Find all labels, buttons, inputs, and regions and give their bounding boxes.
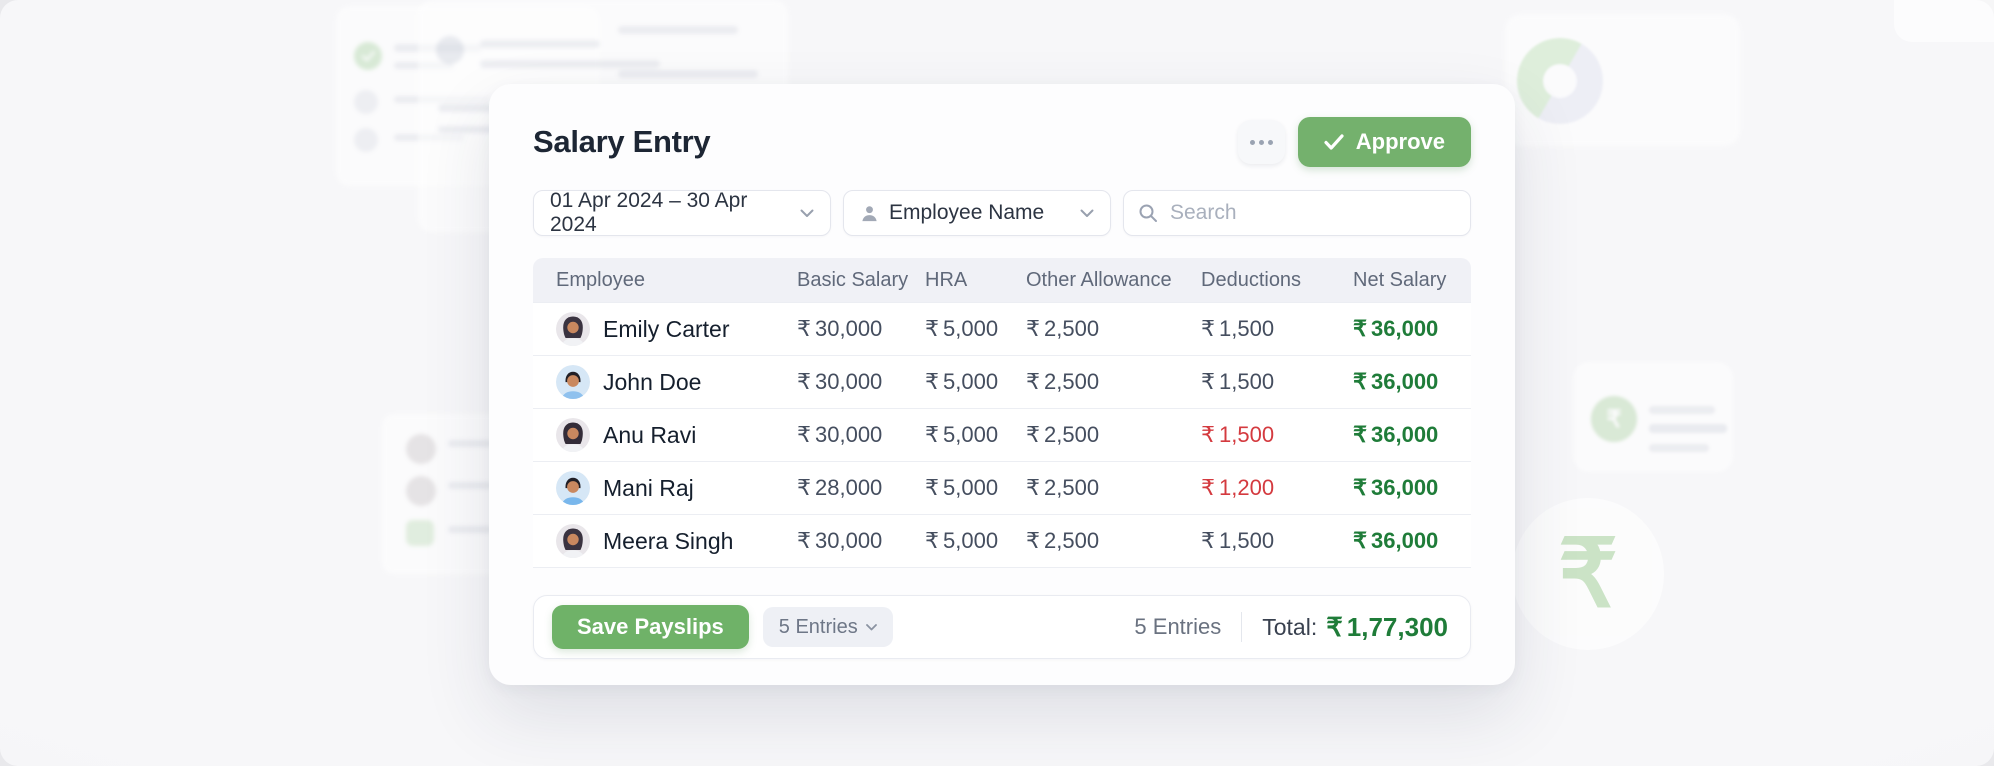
hra-cell: ₹5,000 — [925, 369, 999, 394]
employee-name: Meera Singh — [603, 527, 734, 554]
ellipsis-icon — [1249, 139, 1255, 145]
more-options-button[interactable] — [1237, 120, 1285, 164]
hra-cell: ₹5,000 — [925, 475, 999, 500]
search-icon — [1139, 204, 1157, 222]
net-salary-cell: ₹36,000 — [1353, 528, 1439, 553]
employee-name: Mani Raj — [603, 474, 694, 501]
table-row[interactable]: Anu Ravi ₹30,000 ₹5,000 ₹2,500 ₹1,500 ₹3… — [533, 408, 1471, 461]
other-allowance-cell: ₹2,500 — [1026, 369, 1100, 394]
background-list-decoration — [382, 414, 506, 574]
basic-salary-cell: ₹30,000 — [797, 528, 883, 553]
avatar-decoration — [406, 476, 436, 506]
other-allowance-cell: ₹2,500 — [1026, 528, 1100, 553]
net-salary-cell: ₹36,000 — [1353, 475, 1439, 500]
avatar-decoration — [406, 434, 436, 464]
deductions-cell: ₹1,500 — [1201, 316, 1275, 341]
check-square-icon — [406, 520, 434, 546]
check-circle-icon — [354, 42, 382, 70]
table-row[interactable]: Meera Singh ₹30,000 ₹5,000 ₹2,500 ₹1,500… — [533, 514, 1471, 567]
chevron-down-icon — [1080, 209, 1094, 217]
table-row[interactable]: Mani Raj ₹28,000 ₹5,000 ₹2,500 ₹1,200 ₹3… — [533, 461, 1471, 514]
search-input[interactable] — [1168, 200, 1456, 226]
hra-cell: ₹5,000 — [925, 528, 999, 553]
deductions-cell: ₹1,500 — [1201, 528, 1275, 553]
basic-salary-cell: ₹30,000 — [797, 369, 883, 394]
column-header-employee: Employee — [556, 268, 645, 291]
entries-count-text: 5 Entries — [1134, 614, 1222, 639]
column-header-basic-salary: Basic Salary — [797, 268, 909, 291]
rupee-circle-icon: ₹ — [1591, 396, 1637, 442]
employee-avatar — [556, 418, 590, 452]
other-allowance-cell: ₹2,500 — [1026, 316, 1100, 341]
table-row[interactable]: John Doe ₹30,000 ₹5,000 ₹2,500 ₹1,500 ₹3… — [533, 355, 1471, 408]
other-allowance-cell: ₹2,500 — [1026, 475, 1100, 500]
table-header-row: Employee Basic Salary HRA Other Allowanc… — [533, 258, 1471, 302]
employee-avatar — [556, 365, 590, 399]
net-salary-cell: ₹36,000 — [1353, 422, 1439, 447]
total-label: Total: — [1262, 613, 1318, 640]
save-payslips-button[interactable]: Save Payslips — [552, 605, 749, 649]
employee-name: John Doe — [603, 368, 702, 395]
basic-salary-cell: ₹28,000 — [797, 475, 883, 500]
other-allowance-cell: ₹2,500 — [1026, 422, 1100, 447]
salary-entry-card: Salary Entry Approve 01 Apr 2024 – 30 Ap… — [489, 84, 1515, 685]
deductions-cell: ₹1,500 — [1201, 369, 1275, 394]
chevron-down-icon — [865, 623, 877, 630]
table-row[interactable]: Emily Carter ₹30,000 ₹5,000 ₹2,500 ₹1,50… — [533, 302, 1471, 355]
person-icon — [862, 205, 877, 221]
checkmark-icon — [1324, 134, 1344, 150]
column-header-other-allowance: Other Allowance — [1026, 268, 1172, 291]
filter-bar: 01 Apr 2024 – 30 Apr 2024 Employee Name — [533, 189, 1471, 236]
date-range-value: 01 Apr 2024 – 30 Apr 2024 — [550, 189, 748, 236]
rupee-card-decoration: ₹ — [1573, 362, 1733, 472]
entries-selector-value: 5 Entries — [778, 615, 858, 638]
net-salary-cell: ₹36,000 — [1353, 369, 1439, 394]
salary-table: Employee Basic Salary HRA Other Allowanc… — [533, 258, 1471, 568]
avatar-decoration — [436, 36, 464, 64]
hra-cell: ₹5,000 — [925, 422, 999, 447]
rupee-watermark-icon: ₹ — [1558, 521, 1618, 626]
employee-avatar — [556, 524, 590, 558]
net-salary-cell: ₹36,000 — [1353, 316, 1439, 341]
hra-cell: ₹5,000 — [925, 316, 999, 341]
card-header: Salary Entry Approve — [533, 116, 1471, 168]
column-header-deductions: Deductions — [1201, 268, 1302, 291]
employee-name: Emily Carter — [603, 315, 730, 342]
page-title: Salary Entry — [533, 124, 711, 159]
column-header-net-salary: Net Salary — [1353, 268, 1447, 291]
pie-chart-decoration — [1517, 38, 1603, 124]
deductions-cell: ₹1,500 — [1201, 422, 1275, 447]
approve-button[interactable]: Approve — [1297, 117, 1471, 167]
total-value: ₹1,77,300 — [1326, 611, 1448, 642]
summary-footer-bar: Save Payslips 5 Entries 5 Entries Total:… — [533, 595, 1471, 659]
deductions-cell: ₹1,200 — [1201, 475, 1275, 500]
rupee-watermark-circle: ₹ — [1512, 498, 1664, 650]
basic-salary-cell: ₹30,000 — [797, 316, 883, 341]
background-corner-decoration — [1894, 0, 1994, 42]
search-field — [1123, 190, 1471, 236]
column-header-hra: HRA — [925, 268, 968, 291]
entries-per-page-select[interactable]: 5 Entries — [762, 607, 893, 647]
employee-name: Anu Ravi — [603, 421, 697, 448]
basic-salary-cell: ₹30,000 — [797, 422, 883, 447]
payroll-app-background: { "window": { "background": "#f5f5f7" },… — [0, 0, 1994, 766]
employee-avatar — [556, 312, 590, 346]
employee-filter-value: Employee Name — [889, 201, 1045, 224]
divider — [1241, 612, 1243, 642]
date-range-select[interactable]: 01 Apr 2024 – 30 Apr 2024 — [533, 189, 831, 236]
approve-label: Approve — [1355, 129, 1445, 154]
chevron-down-icon — [800, 209, 814, 217]
employee-filter-select[interactable]: Employee Name — [843, 190, 1111, 236]
employee-avatar — [556, 471, 590, 505]
